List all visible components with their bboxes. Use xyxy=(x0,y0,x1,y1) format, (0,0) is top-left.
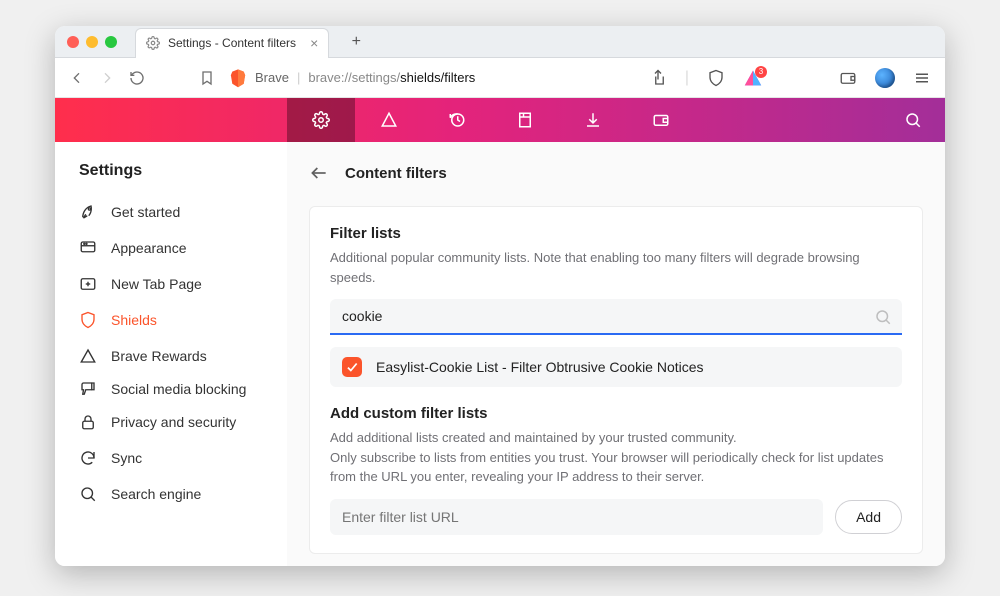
nav-wallet[interactable] xyxy=(627,98,695,142)
sidebar-item-new-tab[interactable]: New Tab Page xyxy=(79,266,287,302)
filter-card: Filter lists Additional popular communit… xyxy=(309,206,923,554)
gear-icon xyxy=(146,36,160,50)
address-bar[interactable]: Brave | brave://settings/shields/filters xyxy=(229,68,635,88)
nav-history[interactable] xyxy=(423,98,491,142)
new-tab-button[interactable]: + xyxy=(343,29,369,55)
address-brand: Brave xyxy=(255,70,289,85)
filter-lists-title: Filter lists xyxy=(330,225,902,242)
browser-tab[interactable]: Settings - Content filters × xyxy=(135,28,329,58)
sidebar: Settings Get started Appearance New Tab … xyxy=(55,142,287,566)
add-button[interactable]: Add xyxy=(835,500,902,534)
sidebar-item-label: Get started xyxy=(111,204,180,220)
profile-avatar[interactable] xyxy=(875,68,895,88)
sidebar-item-label: Search engine xyxy=(111,486,201,502)
filter-result-row[interactable]: Easylist-Cookie List - Filter Obtrusive … xyxy=(330,347,902,387)
nav-bookmarks[interactable] xyxy=(491,98,559,142)
page-header: Content filters xyxy=(309,152,923,194)
close-window-button[interactable] xyxy=(67,36,79,48)
titlebar: Settings - Content filters × + xyxy=(55,26,945,58)
filter-result-label: Easylist-Cookie List - Filter Obtrusive … xyxy=(376,359,704,375)
sidebar-item-label: Brave Rewards xyxy=(111,348,207,364)
maximize-window-button[interactable] xyxy=(105,36,117,48)
back-button[interactable] xyxy=(69,70,85,86)
rewards-button[interactable]: 3 xyxy=(743,69,763,87)
custom-url-row: Add xyxy=(330,499,902,535)
lock-icon xyxy=(79,413,97,431)
filter-lists-desc: Additional popular community lists. Note… xyxy=(330,248,902,287)
nav-downloads[interactable] xyxy=(559,98,627,142)
sidebar-item-label: Social media blocking xyxy=(111,380,246,398)
address-text: brave://settings/shields/filters xyxy=(308,70,475,85)
sidebar-item-label: Sync xyxy=(111,450,142,466)
tab-title: Settings - Content filters xyxy=(168,36,296,50)
nav-search-button[interactable] xyxy=(891,111,935,129)
filter-checkbox[interactable] xyxy=(342,357,362,377)
custom-lists-title: Add custom filter lists xyxy=(330,405,902,422)
sidebar-item-appearance[interactable]: Appearance xyxy=(79,230,287,266)
minimize-window-button[interactable] xyxy=(86,36,98,48)
appearance-icon xyxy=(79,239,97,257)
reload-button[interactable] xyxy=(129,70,145,86)
nav-rewards[interactable] xyxy=(355,98,423,142)
new-tab-icon xyxy=(79,275,97,293)
sidebar-item-shields[interactable]: Shields xyxy=(79,302,287,338)
sidebar-item-privacy[interactable]: Privacy and security xyxy=(79,404,287,440)
sidebar-item-rewards[interactable]: Brave Rewards xyxy=(79,338,287,374)
sidebar-item-label: Appearance xyxy=(111,240,187,256)
rewards-badge-count: 3 xyxy=(755,66,767,78)
bookmark-button[interactable] xyxy=(199,70,215,86)
shields-button[interactable] xyxy=(707,69,725,87)
search-icon xyxy=(79,485,97,503)
nav-settings[interactable] xyxy=(287,98,355,142)
sidebar-item-label: Privacy and security xyxy=(111,414,236,430)
close-tab-button[interactable]: × xyxy=(310,35,318,51)
thumbs-down-icon xyxy=(79,380,97,398)
sidebar-item-label: New Tab Page xyxy=(111,276,202,292)
wallet-button[interactable] xyxy=(839,69,857,87)
custom-url-input[interactable] xyxy=(330,499,823,535)
page-title: Content filters xyxy=(345,165,447,182)
main-content: Content filters Filter lists Additional … xyxy=(287,142,945,566)
settings-topnav xyxy=(55,98,945,142)
page-body: Settings Get started Appearance New Tab … xyxy=(55,142,945,566)
custom-lists-desc: Add additional lists created and maintai… xyxy=(330,428,902,487)
filter-search xyxy=(330,299,902,335)
back-arrow-icon[interactable] xyxy=(309,163,329,183)
sidebar-item-sync[interactable]: Sync xyxy=(79,440,287,476)
filter-search-input[interactable] xyxy=(330,299,902,335)
shield-icon xyxy=(79,311,97,329)
brave-logo-icon xyxy=(229,68,247,88)
sidebar-item-get-started[interactable]: Get started xyxy=(79,194,287,230)
window-controls xyxy=(67,36,117,48)
rocket-icon xyxy=(79,203,97,221)
forward-button[interactable] xyxy=(99,70,115,86)
search-icon xyxy=(874,308,892,326)
triangle-icon xyxy=(79,347,97,365)
sync-icon xyxy=(79,449,97,467)
browser-window: Settings - Content filters × + Brave | b… xyxy=(55,26,945,566)
menu-button[interactable] xyxy=(913,69,931,87)
sidebar-item-social[interactable]: Social media blocking xyxy=(79,374,287,404)
sidebar-title: Settings xyxy=(79,162,287,180)
sidebar-item-label: Shields xyxy=(111,312,157,328)
sidebar-item-search[interactable]: Search engine xyxy=(79,476,287,512)
share-button[interactable] xyxy=(649,69,667,87)
toolbar: Brave | brave://settings/shields/filters… xyxy=(55,58,945,98)
